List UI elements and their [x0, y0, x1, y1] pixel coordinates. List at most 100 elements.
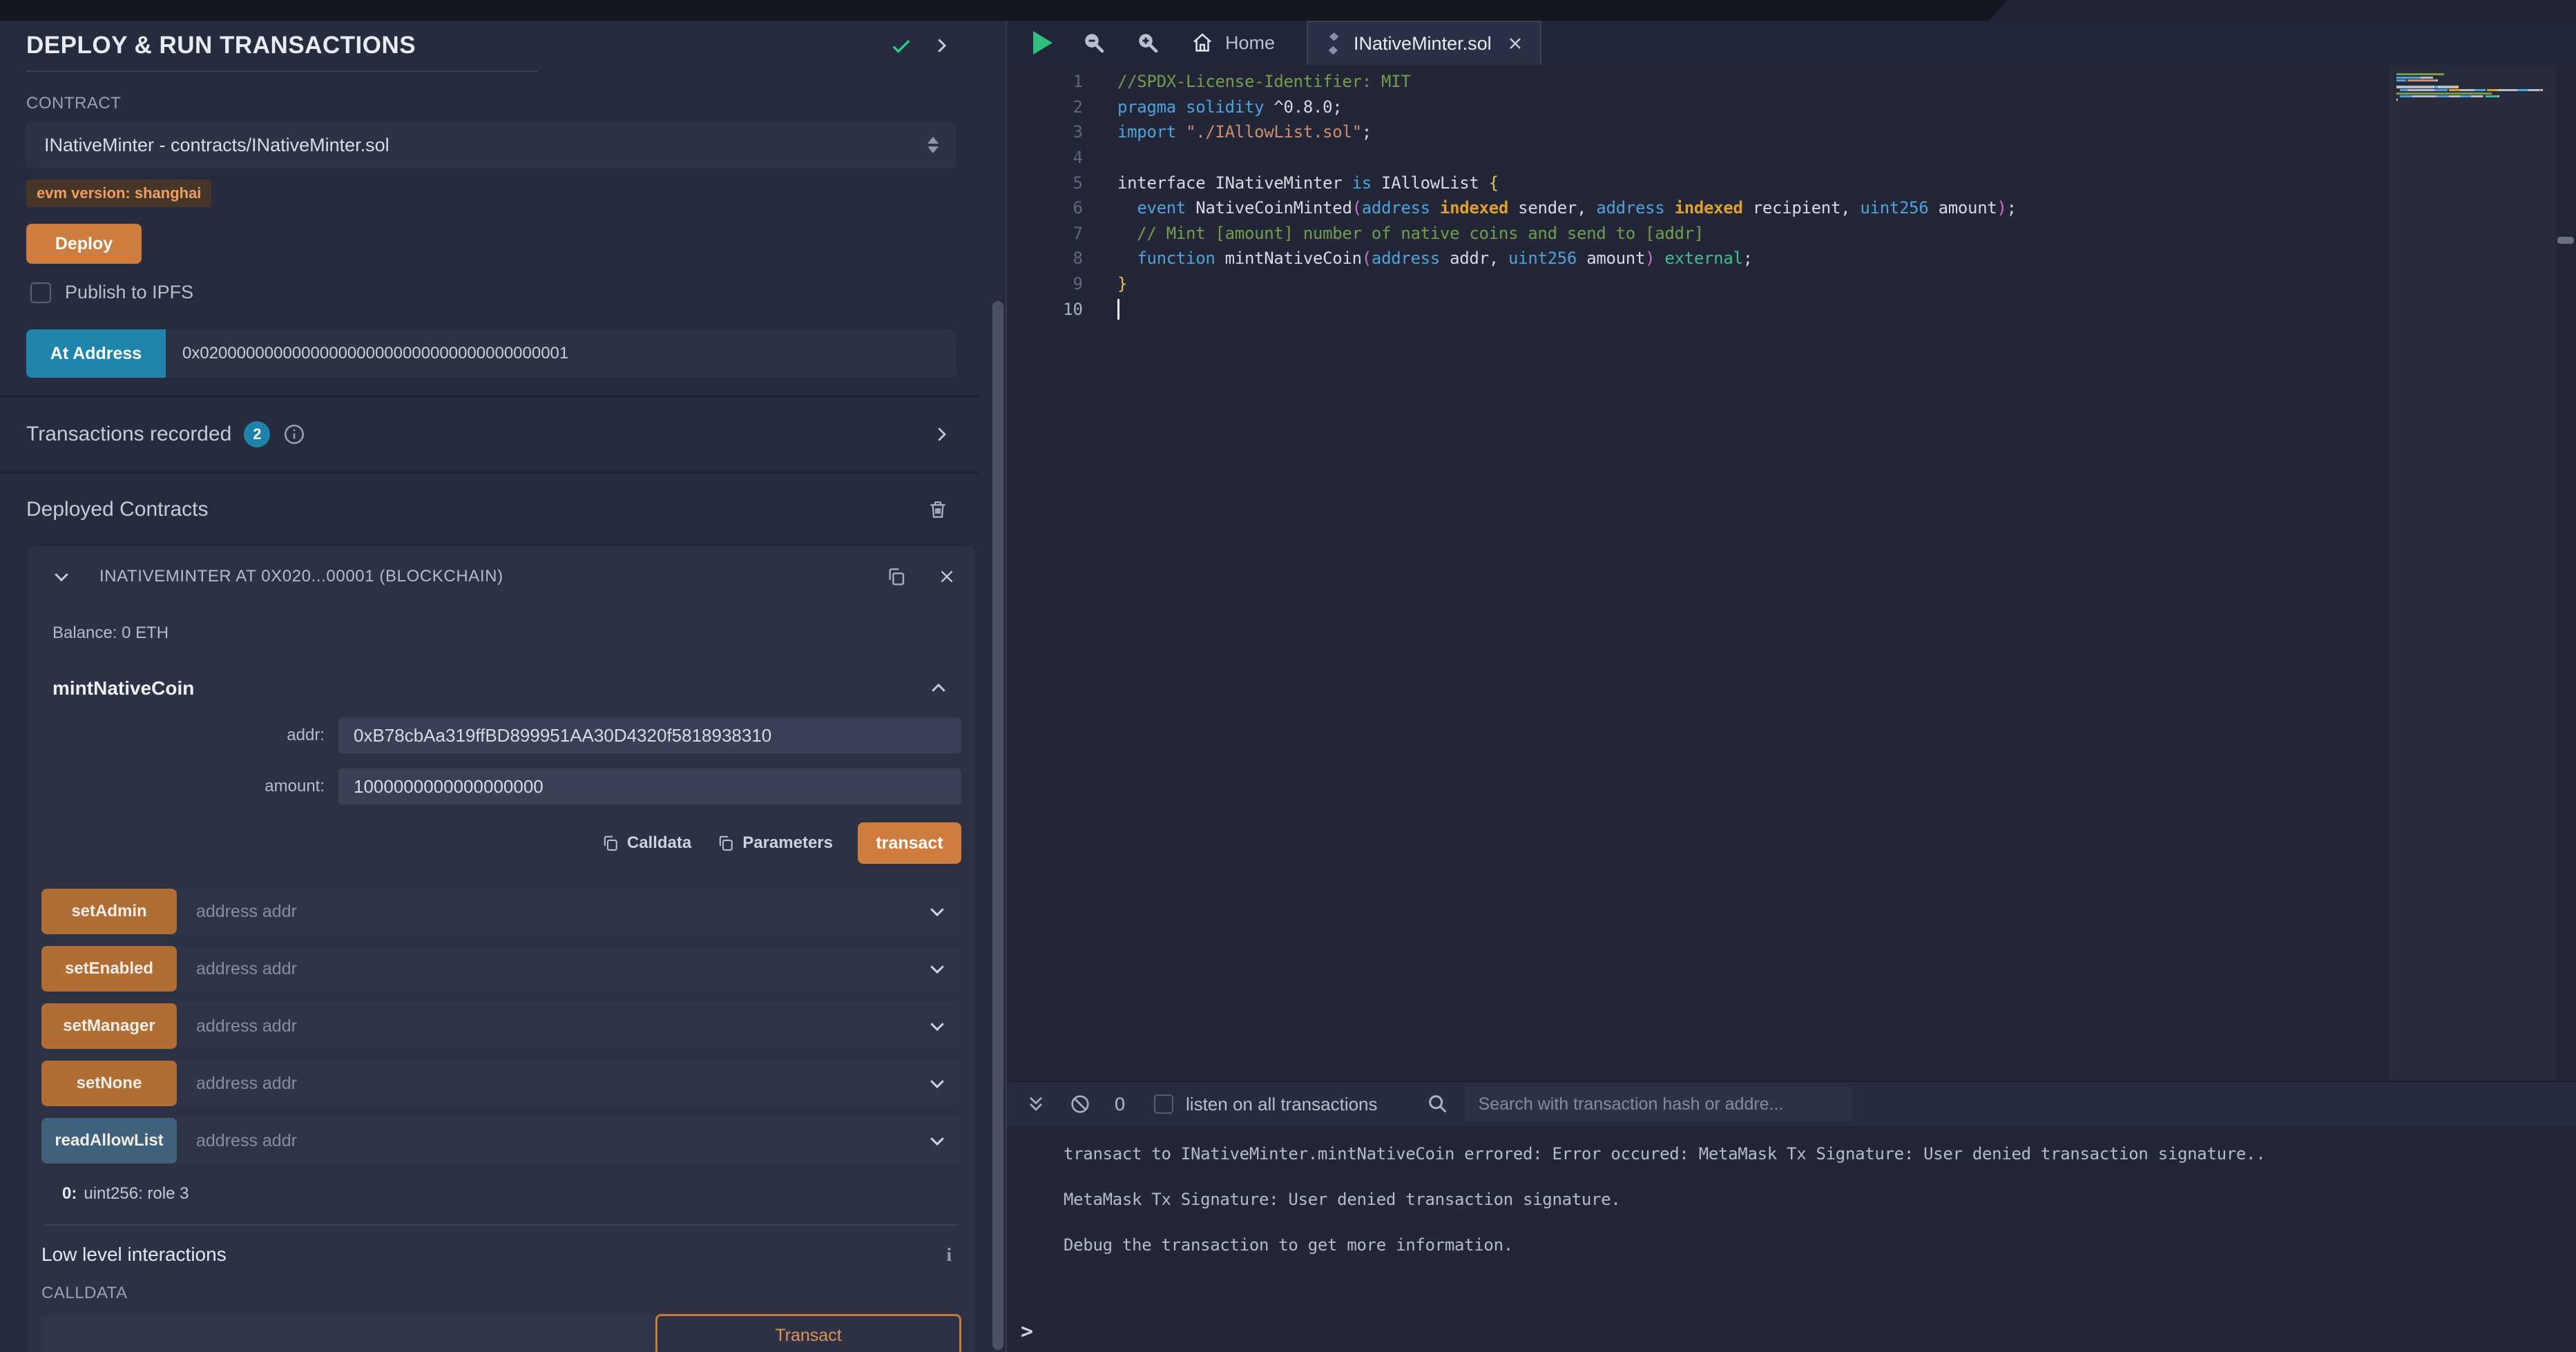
copy-icon[interactable]	[885, 566, 907, 588]
listen-all-label: listen on all transactions	[1186, 1094, 1377, 1115]
readAllowList-address-input[interactable]: address addr	[196, 1131, 927, 1151]
setEnabled-address-input[interactable]: address addr	[196, 959, 927, 979]
setEnabled-button[interactable]: setEnabled	[41, 946, 177, 992]
chevron-up-icon[interactable]	[928, 678, 949, 699]
code-text: import "./IAllowList.sol";	[1117, 122, 1372, 142]
at-address-input[interactable]: 0x02000000000000000000000000000000000000…	[166, 329, 957, 378]
code-editor[interactable]: 1//SPDX-License-Identifier: MIT2pragma s…	[1007, 65, 2576, 1081]
low-level-header: Low level interactions i	[41, 1244, 961, 1266]
code-line-7: 7 // Mint [amount] number of native coin…	[1007, 221, 2576, 247]
setNone-address-input[interactable]: address addr	[196, 1074, 927, 1094]
publish-ipfs-row: Publish to IPFS	[30, 282, 979, 303]
low-level-title: Low level interactions	[41, 1244, 946, 1266]
readAllowList-button[interactable]: readAllowList	[41, 1118, 177, 1163]
code-text: pragma solidity ^0.8.0;	[1117, 97, 1342, 117]
line-number: 5	[1007, 173, 1083, 193]
close-icon[interactable]	[1507, 35, 1524, 52]
code-line-6: 6 event NativeCoinMinted(address indexed…	[1007, 195, 2576, 221]
transact-button[interactable]: transact	[858, 822, 961, 864]
setAdmin-address-input[interactable]: address addr	[196, 902, 927, 922]
code-line-2: 2 pragma solidity ^0.8.0;	[1007, 95, 2576, 120]
amount-field-input[interactable]: 1000000000000000000	[338, 769, 961, 804]
close-icon[interactable]	[938, 568, 956, 586]
deployed-contracts-row: Deployed Contracts	[0, 473, 979, 546]
clear-console-icon[interactable]	[1069, 1093, 1091, 1115]
calldata-action[interactable]: Calldata	[601, 833, 691, 853]
copy-icon	[716, 833, 736, 853]
editor-scrollbar[interactable]	[2557, 237, 2574, 244]
zoom-in-icon[interactable]	[1135, 30, 1160, 55]
line-number: 4	[1007, 148, 1083, 167]
read-result-text: uint256: role 3	[84, 1184, 189, 1203]
addr-field-row: addr: 0xB78cbAa319ffBD899951AA30D4320f58…	[41, 717, 961, 753]
low-level-transact-button[interactable]: Transact	[655, 1314, 961, 1352]
function-action-row: Calldata Parameters transact	[41, 822, 961, 864]
zoom-out-icon[interactable]	[1082, 30, 1106, 55]
tab-home[interactable]: Home	[1191, 31, 1275, 55]
function-row-setEnabled: setEnabled address addr	[41, 946, 961, 992]
tab-home-label: Home	[1225, 32, 1275, 54]
chevron-down-icon[interactable]	[927, 1016, 948, 1036]
collapse-terminal-icon[interactable]	[1025, 1093, 1047, 1115]
minimap[interactable]	[2390, 65, 2555, 1081]
transactions-recorded-label: Transactions recorded	[26, 423, 231, 446]
function-header[interactable]: mintNativeCoin	[52, 677, 961, 699]
terminal-log-line: Debug the transaction to get more inform…	[1064, 1235, 2576, 1255]
panel-header: DEPLOY & RUN TRANSACTIONS	[0, 21, 979, 59]
terminal-search-input[interactable]	[1465, 1087, 1852, 1121]
setManager-button[interactable]: setManager	[41, 1003, 177, 1049]
line-number: 3	[1007, 122, 1083, 142]
line-number: 10	[1007, 300, 1083, 319]
function-rows: setAdmin address addr setEnabled address ad…	[41, 889, 961, 1163]
code-text: // Mint [amount] number of native coins …	[1117, 224, 1704, 243]
publish-ipfs-checkbox[interactable]	[30, 282, 51, 303]
code-line-5: 5 interface INativeMinter is IAllowList {	[1007, 170, 2576, 195]
read-result-index: 0:	[62, 1184, 77, 1203]
setManager-address-input[interactable]: address addr	[196, 1016, 927, 1036]
at-address-button[interactable]: At Address	[26, 329, 166, 378]
chevron-down-icon[interactable]	[927, 901, 948, 922]
chevron-down-icon[interactable]	[927, 958, 948, 979]
read-result: 0: uint256: role 3	[62, 1184, 961, 1204]
terminal: 0 listen on all transactions transact to…	[1007, 1081, 2576, 1352]
calldata-input[interactable]	[41, 1314, 655, 1352]
line-number: 9	[1007, 274, 1083, 293]
contract-balance: Balance: 0 ETH	[52, 624, 961, 643]
setNone-button[interactable]: setNone	[41, 1061, 177, 1106]
code-text: //SPDX-License-Identifier: MIT	[1117, 72, 1410, 91]
home-icon	[1191, 31, 1214, 55]
contract-instance-title: INATIVEMINTER AT 0X020...00001 (BLOCKCHA…	[99, 567, 503, 586]
copy-icon	[601, 833, 620, 853]
trash-icon[interactable]	[927, 499, 949, 521]
contract-card-header[interactable]: INATIVEMINTER AT 0X020...00001 (BLOCKCHA…	[41, 552, 961, 601]
code-text	[1117, 299, 1119, 320]
function-row-setAdmin: setAdmin address addr	[41, 889, 961, 934]
parameters-action[interactable]: Parameters	[716, 833, 833, 853]
amount-field-label: amount:	[41, 777, 338, 796]
function-row-setManager: setManager address addr	[41, 1003, 961, 1049]
code-text: interface INativeMinter is IAllowList {	[1117, 173, 1499, 193]
panel-scrollbar[interactable]	[992, 301, 1003, 1350]
listen-all-checkbox[interactable]	[1154, 1094, 1173, 1114]
line-number: 7	[1007, 224, 1083, 243]
chevron-down-icon[interactable]	[927, 1130, 948, 1151]
chevron-down-icon[interactable]	[51, 566, 72, 587]
addr-field-input[interactable]: 0xB78cbAa319ffBD899951AA30D4320f58189383…	[338, 717, 961, 753]
code-line-4: 4	[1007, 145, 2576, 171]
setAdmin-button[interactable]: setAdmin	[41, 889, 177, 934]
code-line-10: 10	[1007, 296, 2576, 322]
line-number: 2	[1007, 97, 1083, 117]
deploy-button[interactable]: Deploy	[26, 224, 142, 264]
panel-expand-chevron-right-icon[interactable]	[931, 35, 952, 56]
transactions-expand-chevron-right-icon[interactable]	[931, 424, 952, 445]
play-icon[interactable]	[1033, 31, 1052, 55]
function-row-setNone: setNone address addr	[41, 1061, 961, 1106]
terminal-prompt[interactable]: >	[1021, 1320, 1033, 1344]
search-icon	[1426, 1092, 1450, 1116]
window-top-strip	[0, 0, 2576, 21]
chevron-down-icon[interactable]	[927, 1073, 948, 1094]
tab-inativeminter[interactable]: INativeMinter.sol	[1307, 21, 1541, 65]
contract-select[interactable]: INativeMinter - contracts/INativeMinter.…	[26, 122, 957, 168]
line-number: 6	[1007, 198, 1083, 218]
transactions-recorded-row[interactable]: Transactions recorded 2	[0, 397, 979, 473]
